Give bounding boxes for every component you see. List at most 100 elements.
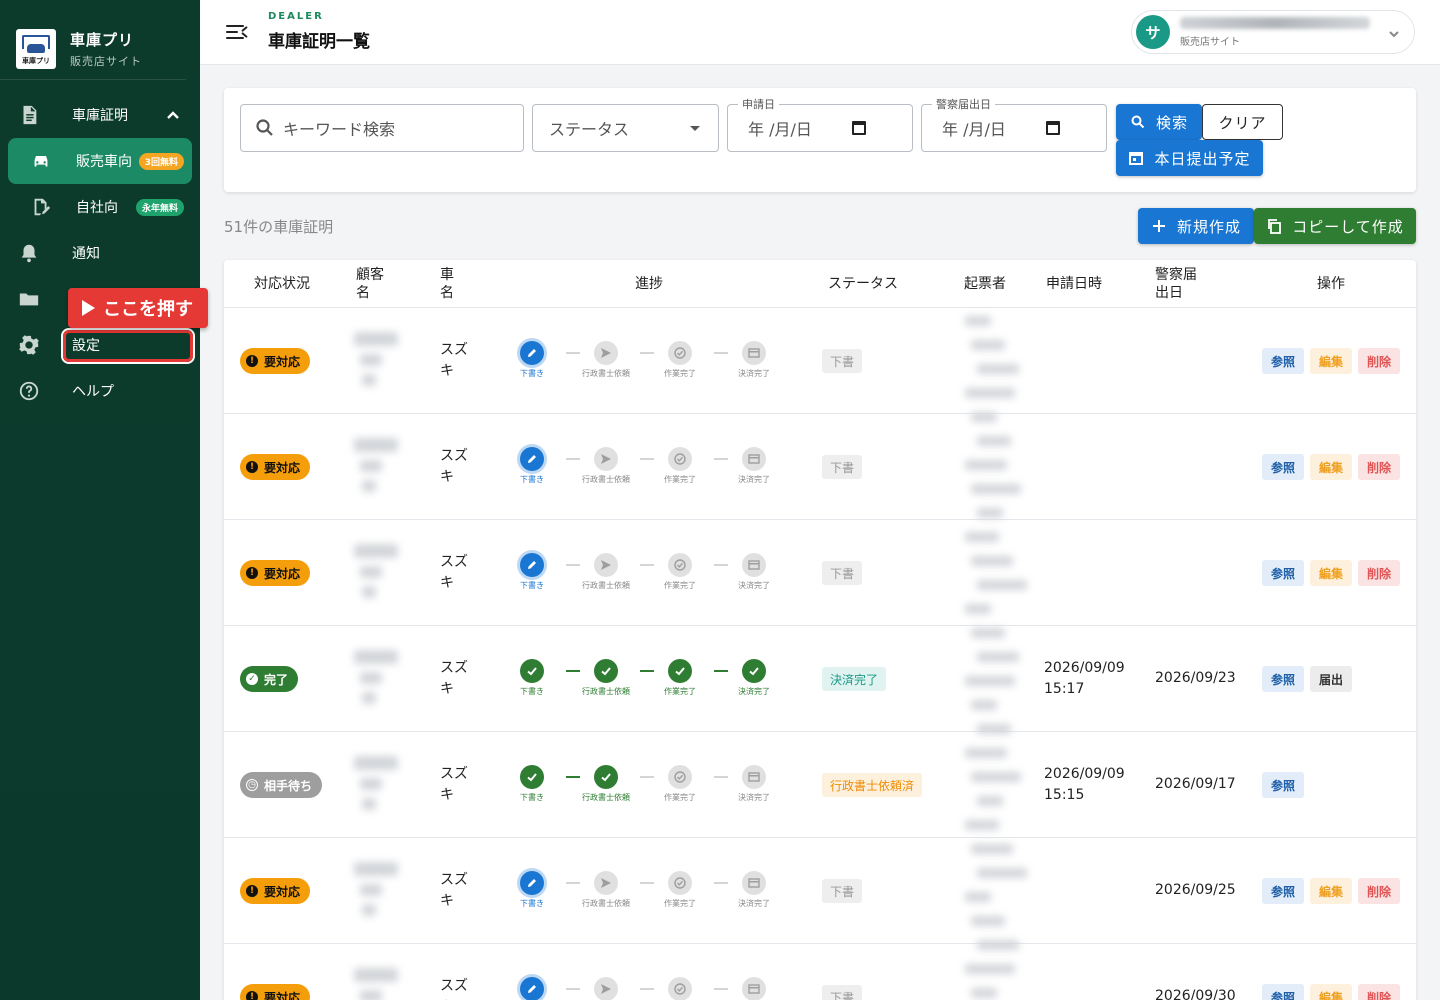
clear-button[interactable]: クリア — [1202, 104, 1283, 140]
sidebar-item-help[interactable]: ヘルプ — [0, 368, 200, 414]
step-draft: 下書き — [502, 871, 562, 909]
table-row[interactable]: ! 要対応 スズ キ 下書き行政書士依頼作業完了決済完了 下書 2026/09/30 参照編… — [224, 944, 1416, 1000]
delete-button[interactable]: 削除 — [1358, 454, 1400, 480]
step-label: 下書き — [520, 581, 544, 590]
alert-icon: ! — [246, 991, 258, 1000]
response-tag: ◷ 相手待ち — [240, 772, 323, 798]
author-name-redacted — [965, 676, 1015, 686]
status-select[interactable]: ステータス — [532, 104, 719, 152]
delete-button[interactable]: 削除 — [1358, 878, 1400, 904]
search-button[interactable]: 検索 — [1116, 104, 1202, 140]
edit-button[interactable]: 編集 — [1310, 454, 1352, 480]
menu-collapse-icon[interactable] — [226, 22, 248, 42]
view-button[interactable]: 参照 — [1262, 454, 1304, 480]
response-label: 完了 — [264, 672, 289, 687]
table-row[interactable]: ✓ 完了 スズ キ下書き 行政書士依頼 作業完了 決済完了 決済完了 2026/09/09 1… — [224, 626, 1416, 732]
clear-button-label: クリア — [1218, 113, 1267, 132]
table-row[interactable]: ! 要対応 スズ キ下書き 行政書士依頼 作業完了 決済完了 下書 参照 編集 削除 — [224, 520, 1416, 626]
view-button[interactable]: 参照 — [1262, 666, 1304, 692]
sidebar-item-shako[interactable]: 車庫証明 — [0, 92, 200, 138]
check-circle-icon: ✓ — [246, 673, 258, 685]
plus-icon — [1152, 220, 1165, 232]
table-row[interactable]: ! 要対応 スズ キ下書き 行政書士依頼 作業完了 決済完了 下書 2026/09/25 参照編… — [224, 838, 1416, 944]
step-icon — [520, 977, 544, 1000]
step-icon — [668, 659, 692, 683]
sidebar-item-sales[interactable]: 販売車向 3回無料 — [8, 138, 192, 184]
brand-title: 車庫プリ — [70, 30, 135, 49]
edit-button[interactable]: 編集 — [1310, 560, 1352, 586]
sidebar-item-label: 通知 — [72, 246, 100, 262]
police-date: 2026/09/30 — [1155, 988, 1236, 1000]
submit-button[interactable]: 届出 — [1310, 666, 1352, 692]
edit-button[interactable]: 編集 — [1310, 878, 1352, 904]
step-label: 行政書士依頼 — [582, 581, 630, 590]
step-work-done: 作業完了 — [650, 765, 710, 803]
sidebar-item-label: 自社向 — [76, 200, 118, 216]
step-payment-done: 決済完了 — [724, 553, 784, 591]
step-icon — [668, 765, 692, 789]
customer-name-redacted — [354, 544, 398, 558]
apply-date-field[interactable]: 申請日 年 /月/日 — [727, 96, 913, 152]
col-header-author[interactable]: 起票者 — [964, 260, 1006, 308]
col-header-status[interactable]: ステータス — [828, 260, 898, 308]
view-button[interactable]: 参照 — [1262, 348, 1304, 374]
col-header-police-date[interactable]: 警察届 出日 — [1155, 260, 1197, 308]
table-row[interactable]: ! 要対応 スズ キ下書き 行政書士依頼 作業完了 決済完了 下書 参照 編集 削除 — [224, 308, 1416, 414]
chevron-down-icon — [1388, 25, 1400, 44]
calendar-icon[interactable] — [1046, 121, 1060, 135]
tutorial-callout: ここを押す — [68, 288, 208, 328]
new-button[interactable]: 新規作成 — [1138, 208, 1254, 244]
view-button[interactable]: 参照 — [1262, 772, 1304, 798]
author-name-redacted — [971, 988, 997, 998]
user-menu[interactable]: サ 販売店サイト — [1131, 10, 1415, 54]
delete-button[interactable]: 削除 — [1358, 348, 1400, 374]
customer-name-redacted — [354, 756, 398, 770]
col-header-progress[interactable]: 進捗 — [635, 260, 663, 308]
view-button[interactable]: 参照 — [1262, 560, 1304, 586]
search-input[interactable]: キーワード検索 — [240, 104, 524, 152]
view-button[interactable]: 参照 — [1262, 984, 1304, 1000]
delete-button[interactable]: 削除 — [1358, 560, 1400, 586]
author-name-redacted — [965, 964, 1015, 974]
step-icon — [668, 977, 692, 1000]
sidebar-item-notify[interactable]: 通知 — [0, 230, 200, 276]
today-due-button[interactable]: 本日提出予定 — [1116, 140, 1263, 176]
col-header-apply-datetime[interactable]: 申請日時 — [1046, 260, 1102, 308]
chevron-up-icon[interactable] — [166, 108, 180, 126]
step-icon — [594, 659, 618, 683]
step-scrivener: 行政書士依頼 — [576, 765, 636, 803]
step-label: 作業完了 — [664, 793, 696, 802]
play-icon — [82, 300, 95, 316]
edit-button[interactable]: 編集 — [1310, 984, 1352, 1000]
calendar-icon[interactable] — [852, 121, 866, 135]
step-work-done: 作業完了 — [650, 553, 710, 591]
police-date-field[interactable]: 警察届出日 年 /月/日 — [921, 96, 1107, 152]
step-icon — [668, 553, 692, 577]
step-label: 作業完了 — [664, 369, 696, 378]
car-name: スズ キ — [440, 766, 468, 803]
response-tag: ! 要対応 — [240, 878, 311, 904]
response-label: 要対応 — [264, 884, 301, 899]
page-title: 車庫証明一覧 — [268, 32, 370, 52]
brand[interactable]: 車庫プリ 車庫プリ 販売店サイト — [0, 0, 186, 80]
sidebar-item-own[interactable]: 自社向 永年無料 — [0, 184, 200, 230]
alert-icon: ! — [246, 885, 258, 897]
col-header-customer[interactable]: 顧客 名 — [356, 260, 384, 308]
sidebar: 車庫プリ 車庫プリ 販売店サイト 車庫証明 販売車向 3回無料 自社向 永年無料… — [0, 0, 200, 1000]
copy-create-button[interactable]: コピーして作成 — [1254, 208, 1416, 244]
delete-button[interactable]: 削除 — [1358, 984, 1400, 1000]
view-button[interactable]: 参照 — [1262, 878, 1304, 904]
sidebar-item-label: ヘルプ — [72, 384, 114, 400]
col-header-response[interactable]: 対応状況 — [254, 260, 310, 308]
police-date: 2026/09/17 — [1155, 776, 1236, 792]
col-header-car[interactable]: 車 名 — [440, 260, 454, 308]
customer-name-redacted — [354, 862, 398, 876]
edit-button[interactable]: 編集 — [1310, 348, 1352, 374]
table-row[interactable]: ◷ 相手待ち スズ キ下書き 行政書士依頼 作業完了 決済完了 行政書士依頼済 2026/09… — [224, 732, 1416, 838]
author-name-redacted — [965, 532, 999, 542]
sidebar-item-label: 販売車向 — [76, 154, 132, 170]
step-label: 決済完了 — [738, 899, 770, 908]
author-name-redacted — [971, 916, 1005, 926]
step-icon — [742, 553, 766, 577]
table-row[interactable]: ! 要対応 スズ キ下書き 行政書士依頼 作業完了 決済完了 下書 参照 編集 削除 — [224, 414, 1416, 520]
